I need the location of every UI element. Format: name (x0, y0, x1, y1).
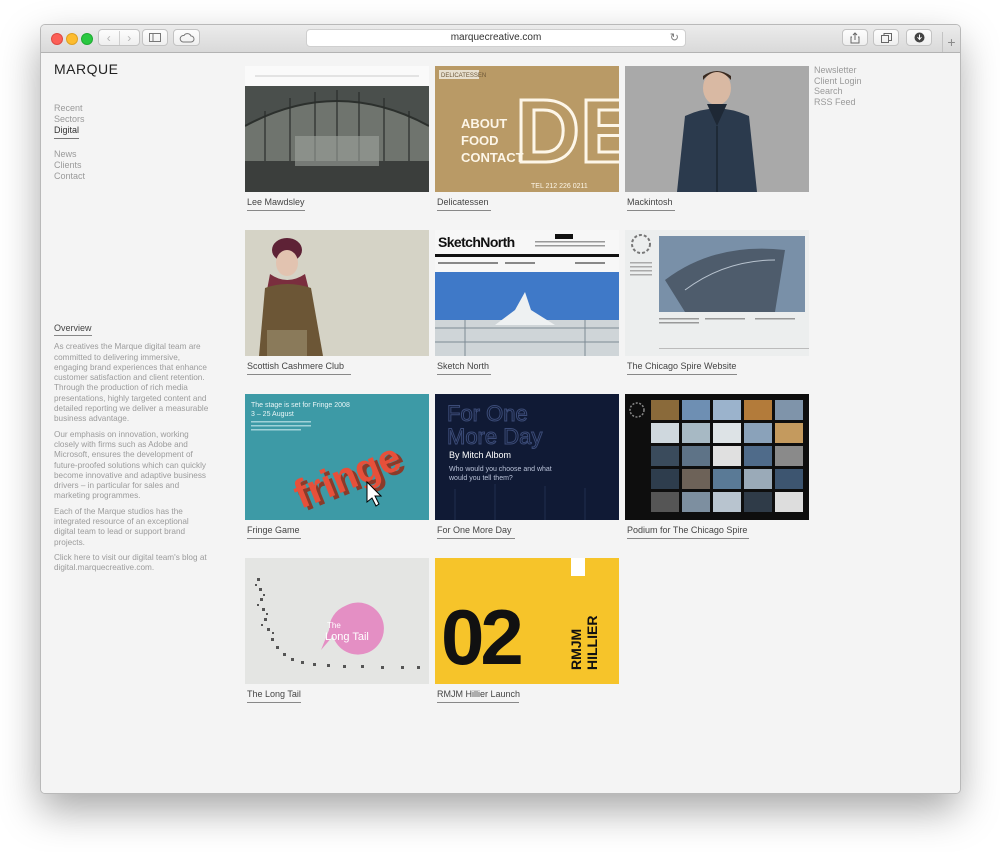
nav-client-login[interactable]: Client Login (814, 76, 862, 87)
minimize-window-button[interactable] (66, 33, 78, 45)
back-button[interactable]: ‹ (99, 31, 119, 45)
deli-about: ABOUT (461, 116, 507, 131)
address-bar[interactable]: marquecreative.com ↻ (306, 29, 686, 47)
nav-digital[interactable]: Digital (54, 125, 80, 139)
rmjm-hillier: HILLIER (584, 616, 600, 670)
browser-window: ‹ › marquecreative.com ↻ + MARQUE Recent… (40, 24, 961, 794)
fomd-title-2: More Day (447, 424, 542, 449)
project-label[interactable]: Delicatessen (437, 197, 489, 207)
nav-clients[interactable]: Clients (54, 160, 85, 171)
long-tail-the: The (327, 621, 341, 630)
new-tab-button[interactable]: + (942, 32, 960, 52)
long-tail-artwork: The Long Tail (245, 558, 429, 684)
fomd-question-2: would you tell them? (448, 475, 513, 482)
nav-newsletter[interactable]: Newsletter (814, 65, 862, 76)
share-button[interactable] (842, 29, 868, 46)
project-label[interactable]: Podium for The Chicago Spire (627, 525, 747, 535)
sketch-north-title: SketchNorth (438, 234, 515, 250)
fringe-headline: The stage is set for Fringe 2008 (251, 402, 350, 409)
project-label[interactable]: RMJM Hillier Launch (437, 689, 520, 699)
url-text: marquecreative.com (450, 32, 542, 43)
project-label[interactable]: The Chicago Spire Website (627, 361, 736, 371)
podium-artwork (625, 394, 809, 520)
for-one-more-day-artwork: For One More Day By Mitch Albom Who woul… (435, 394, 619, 520)
downloads-button[interactable] (906, 29, 932, 46)
fringe-game-artwork: The stage is set for Fringe 2008 3 – 25 … (245, 394, 429, 520)
overview-paragraph: Our emphasis on innovation, working clos… (54, 429, 207, 501)
cashmere-model-photo (245, 230, 429, 356)
project-thumbnail-sketch-north[interactable]: SketchNorth (435, 230, 619, 356)
project-label[interactable]: For One More Day (437, 525, 512, 535)
web-page: MARQUE Recent Sectors Digital News Clien… (41, 53, 960, 793)
fomd-title-1: For One (447, 401, 528, 426)
sidebar-icon (149, 33, 161, 42)
nav-recent[interactable]: Recent (54, 103, 85, 114)
rmjm-number: 02 (441, 593, 521, 681)
sidebar-toggle-button[interactable] (142, 29, 168, 46)
project-thumbnail-delicatessen[interactable]: DELICATESSEN ABOUT FOOD CONTACT DEL TEL … (435, 66, 619, 192)
nav-rss-feed[interactable]: RSS Feed (814, 97, 862, 108)
project-thumbnail-the-long-tail[interactable]: The Long Tail (245, 558, 429, 684)
project-thumbnail-for-one-more-day[interactable]: For One More Day By Mitch Albom Who woul… (435, 394, 619, 520)
delicatessen-artwork: DELICATESSEN ABOUT FOOD CONTACT DEL TEL … (435, 66, 619, 192)
overview-section: Overview As creatives the Marque digital… (54, 323, 209, 579)
fringe-dates: 3 – 25 August (251, 411, 294, 418)
railway-station-photo (245, 66, 429, 192)
overview-paragraph: As creatives the Marque digital team are… (54, 342, 209, 424)
right-nav: Newsletter Client Login Search RSS Feed (814, 65, 862, 107)
project-label[interactable]: Sketch North (437, 361, 489, 371)
share-icon (850, 31, 860, 43)
history-nav: ‹ › (98, 29, 140, 46)
project-thumbnail-fringe-game[interactable]: The stage is set for Fringe 2008 3 – 25 … (245, 394, 429, 520)
tabs-icon (880, 32, 892, 43)
overview-paragraph: Each of the Marque studios has the integ… (54, 506, 189, 547)
mackintosh-model-photo (625, 66, 809, 192)
deli-big-letters: DEL (515, 82, 619, 182)
nav-search[interactable]: Search (814, 86, 862, 97)
project-label[interactable]: The Long Tail (247, 689, 301, 699)
left-nav: Recent Sectors Digital News Clients Cont… (54, 103, 85, 182)
project-thumbnail-scottish-cashmere-club[interactable] (245, 230, 429, 356)
rmjm-rmjm: RMJM (568, 629, 584, 670)
deli-food: FOOD (461, 133, 499, 148)
project-thumbnail-lee-mawdsley[interactable] (245, 66, 429, 192)
project-thumbnail-mackintosh[interactable] (625, 66, 809, 192)
project-thumbnail-podium-chicago-spire[interactable] (625, 394, 809, 520)
project-thumbnail-chicago-spire-website[interactable] (625, 230, 809, 356)
project-label[interactable]: Lee Mawdsley (247, 197, 305, 207)
project-label[interactable]: Scottish Cashmere Club (247, 361, 344, 371)
site-logo[interactable]: MARQUE (54, 61, 118, 77)
blog-link[interactable]: Click here to visit our digital team's b… (54, 553, 209, 574)
deli-brand: DELICATESSEN (441, 73, 486, 79)
nav-contact[interactable]: Contact (54, 171, 85, 182)
deli-phone: TEL 212 226 0211 (531, 183, 588, 190)
cloud-icon (179, 32, 194, 42)
project-label[interactable]: Mackintosh (627, 197, 673, 207)
reload-icon[interactable]: ↻ (670, 30, 679, 46)
project-label[interactable]: Fringe Game (247, 525, 300, 535)
fomd-question-1: Who would you choose and what (449, 466, 552, 473)
download-icon (914, 32, 924, 43)
rmjm-hillier-artwork: 02 RMJM HILLIER (435, 558, 619, 684)
chicago-spire-website-artwork (625, 230, 809, 356)
nav-sectors[interactable]: Sectors (54, 114, 85, 125)
forward-button[interactable]: › (118, 30, 140, 45)
project-thumbnail-rmjm-hillier-launch[interactable]: 02 RMJM HILLIER (435, 558, 619, 684)
nav-news[interactable]: News (54, 149, 85, 160)
long-tail-title: Long Tail (325, 631, 369, 643)
browser-toolbar: ‹ › marquecreative.com ↻ + (41, 25, 960, 53)
show-tabs-button[interactable] (873, 29, 899, 46)
overview-title: Overview (54, 323, 92, 337)
icloud-tabs-button[interactable] (173, 29, 200, 46)
close-window-button[interactable] (51, 33, 63, 45)
zoom-window-button[interactable] (81, 33, 93, 45)
fomd-author: By Mitch Albom (449, 450, 511, 460)
sketch-north-artwork: SketchNorth (435, 230, 619, 356)
